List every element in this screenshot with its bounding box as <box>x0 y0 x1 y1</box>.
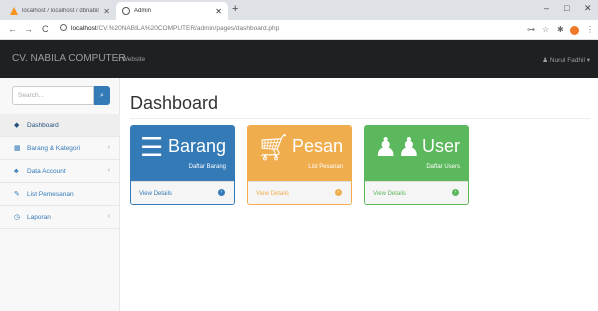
panel-heading: ♟♟ User Daftar Users <box>365 126 468 181</box>
address-bar: ← → C localhost/CV.%20NABILA%20COMPUTER/… <box>0 20 598 40</box>
user-icon: ♟ <box>542 57 550 64</box>
panel-heading: ☰ Barang Daftar Barang <box>131 126 234 181</box>
tab-label: localhost / localhost / dbnabila | <box>22 8 100 14</box>
panel-subtitle: Daftar Users <box>426 164 460 170</box>
new-tab-button[interactable]: + <box>232 3 238 15</box>
sidebar-item-list-pemesanan[interactable]: ✎ List Pemesanan <box>0 183 120 206</box>
url-field[interactable]: localhost/CV.%20NABILA%20COMPUTER/admin/… <box>60 24 279 32</box>
view-details-label: View Details <box>139 191 172 197</box>
table-icon: ▦ <box>14 145 21 152</box>
url-path: /CV.%20NABILA%20COMPUTER/admin/pages/das… <box>96 25 280 32</box>
panel-title: Pesan <box>291 136 343 156</box>
chevron-left-icon: ‹ <box>107 144 110 151</box>
extension-icon[interactable]: ✱ <box>557 25 564 34</box>
search-input[interactable] <box>12 86 94 105</box>
panel-title: User <box>421 136 460 156</box>
sidebar-item-label: Laporan <box>27 213 51 221</box>
chevron-left-icon: ‹ <box>107 213 110 220</box>
forward-button[interactable]: → <box>24 24 33 34</box>
users-icon: ♟♟ <box>374 132 421 162</box>
back-button[interactable]: ← <box>8 24 17 34</box>
view-details-link[interactable]: View Details › <box>248 181 351 204</box>
tab-label: Admin <box>134 8 152 14</box>
tab-close-icon[interactable]: ✕ <box>103 7 110 16</box>
panel-subtitle: Daftar Barang <box>188 164 226 170</box>
top-navbar: CV. NABILA COMPUTER ⌂ Website ♟ Nurul Fa… <box>0 40 598 78</box>
list-alt-icon: ☰ <box>140 132 164 162</box>
view-details-label: View Details <box>373 191 406 197</box>
panel-title: Barang <box>167 136 226 156</box>
tab-admin[interactable]: Admin ✕ <box>116 2 228 20</box>
browser-tab-strip: localhost / localhost / dbnabila | ✕ Adm… <box>0 0 598 20</box>
brand-logo[interactable]: CV. NABILA COMPUTER <box>12 53 126 64</box>
user-menu-dropdown[interactable]: ♟ Nurul Fadhil ▾ <box>542 56 590 64</box>
panel-pesan: 🛒︎ Pesan List Pesanan View Details › <box>247 125 352 205</box>
edit-icon: ✎ <box>14 191 20 198</box>
minimize-button[interactable]: – <box>544 3 549 13</box>
search-button[interactable]: ⌕ <box>94 86 110 105</box>
chevron-left-icon: ‹ <box>107 167 110 174</box>
view-details-link[interactable]: View Details › <box>365 181 468 204</box>
page-title: Dashboard <box>130 93 219 113</box>
panel-barang: ☰ Barang Daftar Barang View Details › <box>130 125 235 205</box>
sidebar-item-laporan[interactable]: ◷ Laporan ‹ <box>0 206 120 229</box>
search-icon: ⌕ <box>100 91 104 99</box>
maximize-button[interactable]: □ <box>564 3 569 13</box>
sidebar-item-label: Data Account <box>27 167 66 175</box>
sidebar-item-data-account[interactable]: ♣ Data Account ‹ <box>0 160 120 183</box>
url-host: localhost <box>71 25 97 32</box>
sidebar: ⌕ ◆ Dashboard ▦ Barang & Kategori ‹ ♣ Data Acc… <box>0 78 120 311</box>
window-close-button[interactable]: ✕ <box>584 3 592 14</box>
dashboard-icon: ◆ <box>14 122 20 129</box>
website-link-label: Website <box>121 56 146 63</box>
sidebar-menu: ◆ Dashboard ▦ Barang & Kategori ‹ ♣ Data Accou… <box>0 114 120 229</box>
site-info-icon[interactable] <box>60 24 67 31</box>
tab-close-icon[interactable]: ✕ <box>215 7 222 16</box>
panel-user: ♟♟ User Daftar Users View Details › <box>364 125 469 205</box>
reload-button[interactable]: C <box>42 24 49 34</box>
tab-phpmyadmin[interactable]: localhost / localhost / dbnabila | ✕ <box>4 2 116 20</box>
phpmyadmin-favicon-icon <box>10 7 18 15</box>
sidebar-item-label: Barang & Kategori <box>27 144 81 152</box>
panel-heading: 🛒︎ Pesan List Pesanan <box>248 126 351 181</box>
arrow-circle-right-icon: › <box>452 189 459 196</box>
caret-down-icon: ▾ <box>584 57 590 64</box>
arrow-circle-right-icon: › <box>335 189 342 196</box>
admin-favicon-icon <box>122 7 130 15</box>
browser-menu-icon[interactable]: ⋮ <box>586 25 594 34</box>
website-link[interactable]: ⌂ Website <box>116 56 145 63</box>
sidebar-item-label: List Pemesanan <box>27 190 74 198</box>
sitemap-icon: ♣ <box>14 167 19 175</box>
sidebar-item-barang-kategori[interactable]: ▦ Barang & Kategori ‹ <box>0 137 120 160</box>
shopping-cart-icon: 🛒︎ <box>257 132 291 162</box>
clock-icon: ◷ <box>14 214 21 221</box>
view-details-label: View Details <box>256 191 289 197</box>
bookmark-star-icon[interactable]: ☆ <box>542 25 549 34</box>
sidebar-item-dashboard[interactable]: ◆ Dashboard <box>0 114 120 137</box>
panel-subtitle: List Pesanan <box>308 164 343 170</box>
sidebar-search: ⌕ <box>12 86 110 105</box>
sidebar-item-label: Dashboard <box>27 121 59 129</box>
arrow-circle-right-icon: › <box>218 189 225 196</box>
key-icon[interactable]: ⊶ <box>527 25 535 34</box>
main-content: Dashboard ☰ Barang Daftar Barang View De… <box>120 78 598 311</box>
profile-avatar-icon[interactable] <box>570 26 579 35</box>
title-divider <box>130 118 590 119</box>
view-details-link[interactable]: View Details › <box>131 181 234 204</box>
user-name: Nurul Fadhil <box>549 57 585 64</box>
